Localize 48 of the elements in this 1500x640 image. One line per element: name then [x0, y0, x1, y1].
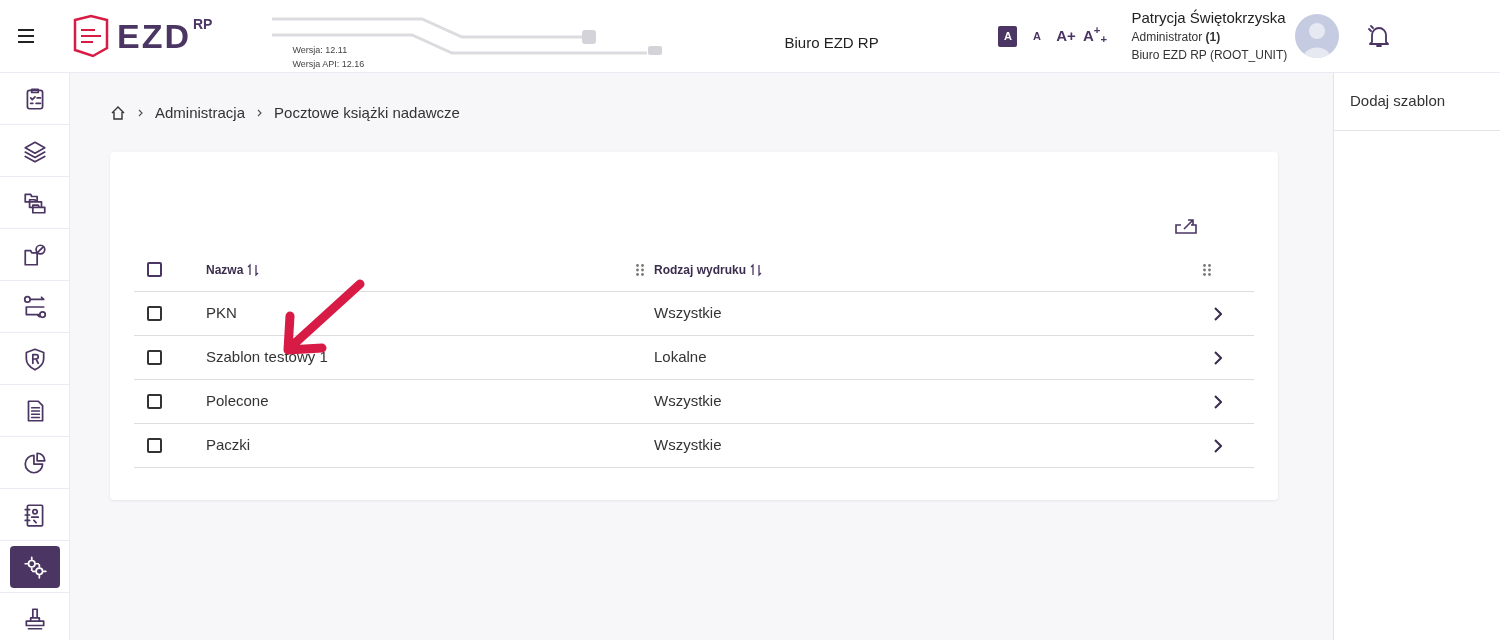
table-cell: Wszystkie — [654, 436, 722, 454]
gears-icon — [21, 553, 48, 580]
table-cell: Polecone — [206, 392, 269, 410]
sort-icon[interactable] — [750, 262, 762, 277]
font-size-button[interactable]: A — [998, 25, 1018, 47]
export-icon[interactable] — [1175, 218, 1197, 234]
chevron-right-icon[interactable] — [1214, 394, 1222, 409]
logo-icon — [71, 14, 111, 58]
table-cell: PKN — [206, 304, 237, 322]
add-template-button[interactable]: Dodaj szablon — [1334, 73, 1500, 131]
chevron-right-icon — [138, 109, 143, 117]
column-header[interactable]: Rodzaj wydruku — [654, 260, 746, 279]
checkbox[interactable] — [147, 262, 162, 277]
chevron-right-icon — [257, 109, 263, 117]
drag-handle-icon[interactable] — [1203, 263, 1211, 276]
chevron-right-icon[interactable] — [1214, 306, 1222, 321]
checkbox[interactable] — [147, 350, 162, 365]
user-role: Administrator (1) — [1131, 29, 1222, 46]
table-cell: Lokalne — [654, 348, 707, 366]
chevron-right-icon[interactable] — [1214, 350, 1222, 365]
table-cell: Wszystkie — [654, 392, 722, 410]
breadcrumb-link[interactable]: Administracja — [155, 101, 246, 125]
table-cell: Paczki — [206, 436, 251, 454]
unit-title: Biuro EZD RP — [784, 32, 880, 53]
sort-icon[interactable] — [247, 262, 260, 277]
user-name: Patrycja Świętokrzyska — [1131, 8, 1287, 28]
table-cell: Wszystkie — [654, 304, 722, 322]
flow-icon — [21, 293, 48, 320]
checkbox[interactable] — [147, 438, 162, 453]
font-size-button[interactable]: A+ — [1056, 25, 1076, 47]
folder-block-icon — [21, 241, 48, 268]
logo-superscript: RP — [193, 15, 213, 34]
checkbox[interactable] — [147, 306, 162, 321]
logo-text: EZD — [117, 16, 191, 56]
drag-handle-icon[interactable] — [636, 263, 644, 276]
home-icon[interactable] — [110, 105, 126, 121]
menu-icon[interactable] — [17, 29, 35, 43]
table-cell: Szablon testowy 1 — [206, 348, 328, 366]
user-unit: Biuro EZD RP (ROOT_UNIT) — [1131, 47, 1288, 64]
checkbox[interactable] — [147, 394, 162, 409]
font-size-button[interactable]: A — [1027, 25, 1047, 47]
version-text: Wersja: 12.11 — [292, 43, 348, 56]
chevron-right-icon[interactable] — [1214, 438, 1222, 453]
pie-icon — [21, 449, 48, 476]
column-header[interactable]: Nazwa — [206, 260, 244, 279]
sidebar-button[interactable] — [9, 545, 60, 588]
api-version-text: Wersja API: 12.16 — [292, 57, 365, 70]
breadcrumb-link[interactable]: Pocztowe książki nadawcze — [274, 101, 460, 125]
